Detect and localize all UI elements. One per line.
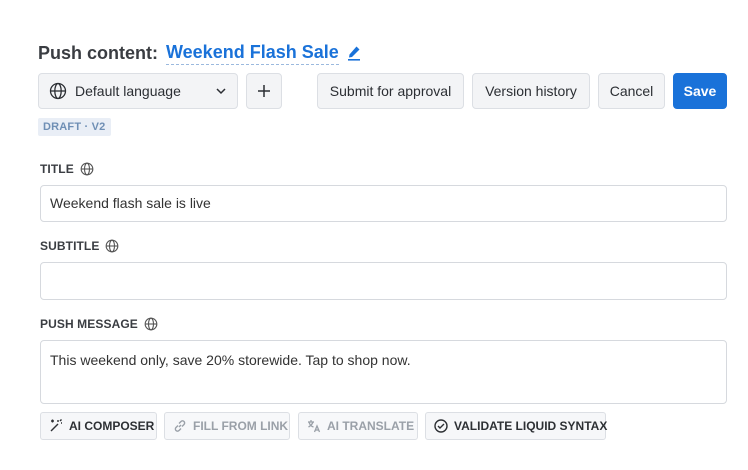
subtitle-input[interactable] xyxy=(40,262,727,300)
ai-composer-button[interactable]: AI COMPOSER xyxy=(40,412,157,440)
language-select-value: Default language xyxy=(75,83,181,99)
globe-icon[interactable] xyxy=(144,317,158,331)
status-badge: DRAFT · V2 xyxy=(38,118,111,136)
validate-liquid-syntax-label: VALIDATE LIQUID SYNTAX xyxy=(454,419,608,433)
push-message-label-text: PUSH MESSAGE xyxy=(40,317,138,331)
fill-from-link-button[interactable]: FILL FROM LINK xyxy=(164,412,290,440)
plus-icon xyxy=(258,85,270,97)
title-input[interactable]: Weekend flash sale is live xyxy=(40,185,727,222)
globe-icon xyxy=(49,82,67,100)
page-title-label: Push content: xyxy=(38,42,158,63)
translate-icon xyxy=(307,419,321,433)
check-circle-icon xyxy=(434,419,448,433)
version-history-button[interactable]: Version history xyxy=(472,73,590,109)
campaign-name[interactable]: Weekend Flash Sale xyxy=(166,41,339,65)
globe-icon[interactable] xyxy=(105,239,119,253)
push-message-textarea[interactable]: This weekend only, save 20% storewide. T… xyxy=(40,340,727,404)
cancel-button[interactable]: Cancel xyxy=(598,73,665,109)
page-header: Push content: Weekend Flash Sale xyxy=(38,40,361,66)
ai-translate-label: AI TRANSLATE xyxy=(327,419,415,433)
title-label-text: TITLE xyxy=(40,162,74,176)
ai-translate-button[interactable]: AI TRANSLATE xyxy=(298,412,418,440)
title-field-label: TITLE xyxy=(40,162,94,176)
language-select[interactable]: Default language xyxy=(38,73,238,109)
save-button[interactable]: Save xyxy=(673,73,727,109)
add-language-button[interactable] xyxy=(246,73,282,109)
chevron-down-icon xyxy=(215,85,227,97)
toolbar: Default language Submit for approval Ver… xyxy=(38,73,728,109)
subtitle-field-label: SUBTITLE xyxy=(40,239,119,253)
link-icon xyxy=(173,419,187,433)
ai-composer-label: AI COMPOSER xyxy=(69,419,155,433)
push-message-field-label: PUSH MESSAGE xyxy=(40,317,158,331)
subtitle-label-text: SUBTITLE xyxy=(40,239,100,253)
magic-wand-icon xyxy=(49,419,63,433)
validate-liquid-syntax-button[interactable]: VALIDATE LIQUID SYNTAX xyxy=(425,412,608,440)
globe-icon[interactable] xyxy=(80,162,94,176)
submit-for-approval-button[interactable]: Submit for approval xyxy=(317,73,464,109)
fill-from-link-label: FILL FROM LINK xyxy=(193,419,289,433)
pencil-icon[interactable] xyxy=(347,45,361,61)
